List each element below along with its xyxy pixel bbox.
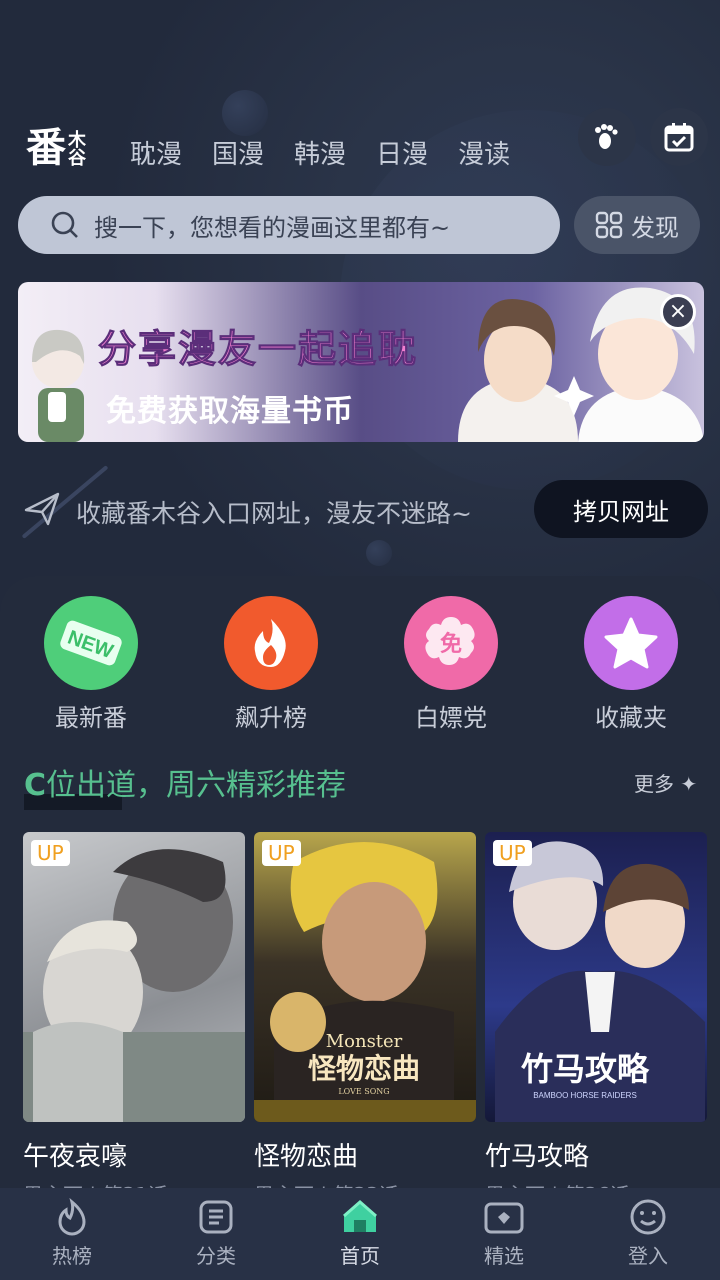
- star-icon: [584, 596, 678, 690]
- comic-cover: Monster 怪物恋曲 LOVE SONG UP: [254, 832, 476, 1122]
- nav-label: 首页: [340, 1244, 380, 1268]
- comic-card[interactable]: Monster 怪物恋曲 LOVE SONG UP 怪物恋曲 男主面 | 第33…: [254, 832, 476, 1208]
- top-header: 番 木 谷 耽漫 国漫 韩漫 日漫 漫读: [0, 108, 720, 188]
- discover-button[interactable]: 发现: [574, 196, 700, 254]
- paper-plane-icon: [24, 492, 60, 526]
- copy-url-button[interactable]: 拷贝网址: [534, 480, 708, 538]
- category-label: 最新番: [55, 704, 127, 732]
- nav-hot[interactable]: 热榜: [0, 1188, 144, 1280]
- nav-home[interactable]: 首页: [288, 1188, 432, 1280]
- star-shape: [604, 617, 658, 669]
- comic-card[interactable]: UP 午夜哀嚎 男主面 | 第31话: [23, 832, 245, 1208]
- more-label: 更多: [634, 772, 674, 796]
- footprint-icon: [595, 124, 618, 149]
- category-rising[interactable]: 飙升榜: [211, 596, 331, 733]
- category-label: 收藏夹: [595, 704, 667, 732]
- section-title: C位出道，周六精彩推荐: [24, 760, 346, 804]
- free-badge-icon: 免: [404, 596, 498, 690]
- comic-title: 怪物恋曲: [254, 1142, 359, 1172]
- nav-label: 精选: [484, 1244, 524, 1268]
- cover-title-en: Monster: [326, 1031, 403, 1052]
- close-icon: ×: [668, 299, 688, 324]
- more-link[interactable]: 更多 ✦: [634, 768, 697, 797]
- tab-hanman[interactable]: 韩漫: [294, 134, 346, 171]
- cover-subtitle: LOVE SONG: [338, 1087, 389, 1096]
- logo-side-chars: 木 谷: [68, 132, 86, 168]
- nav-label: 热榜: [52, 1244, 92, 1268]
- cover-subtitle: BAMBOO HORSE RAIDERS: [533, 1091, 637, 1100]
- category-label: 飙升榜: [235, 704, 307, 732]
- sparkle-icon: ✦: [680, 772, 698, 796]
- app-logo[interactable]: 番 木 谷: [26, 128, 86, 168]
- up-badge: UP: [493, 840, 532, 866]
- comic-title: 竹马攻略: [485, 1142, 590, 1172]
- logo-side-bottom: 谷: [68, 148, 86, 169]
- svg-text:免: 免: [440, 631, 462, 657]
- tab-mandu[interactable]: 漫读: [458, 134, 510, 171]
- up-badge: UP: [262, 840, 301, 866]
- nav-label: 登入: [628, 1244, 668, 1268]
- comic-card[interactable]: 竹马攻略 BAMBOO HORSE RAIDERS UP 竹马攻略 男主面 | …: [485, 832, 707, 1208]
- comic-cover: UP: [23, 832, 245, 1122]
- logo-main-char: 番: [26, 124, 66, 171]
- calendar-check-icon: [664, 123, 694, 152]
- quick-categories: NEW 最新番 飙升榜 免 白嫖党 收藏夹: [0, 596, 720, 736]
- banner-title: 分享漫友一起追耽: [97, 327, 419, 372]
- banner-girl-illustration: [32, 329, 85, 442]
- category-icon: [199, 1200, 233, 1234]
- nav-category[interactable]: 分类: [144, 1188, 288, 1280]
- recommend-cards: UP 午夜哀嚎 男主面 | 第31话 Monster 怪物恋曲 LOVE SON…: [23, 832, 713, 1207]
- home-icon: [343, 1200, 377, 1232]
- hot-icon: [58, 1198, 86, 1236]
- category-newest[interactable]: NEW 最新番: [31, 596, 151, 733]
- category-favorites[interactable]: 收藏夹: [571, 596, 691, 733]
- new-badge-icon: NEW: [44, 596, 138, 690]
- bottom-navigation: 热榜 分类 首页 精选 登入: [0, 1188, 720, 1280]
- tab-guoman[interactable]: 国漫: [212, 134, 264, 171]
- featured-icon: [484, 1202, 524, 1234]
- free-flower-shape: 免: [425, 617, 475, 665]
- search-bar[interactable]: 搜一下，您想看的漫画这里都有~: [18, 196, 560, 254]
- cover-title-cn: 竹马攻略: [521, 1050, 650, 1088]
- cover-art: 竹马攻略 BAMBOO HORSE RAIDERS: [495, 841, 705, 1122]
- tab-riman[interactable]: 日漫: [376, 134, 428, 171]
- nav-login[interactable]: 登入: [576, 1188, 720, 1280]
- section-title-rest: 位出道，周六精彩推荐: [46, 768, 347, 803]
- planet-decoration: [366, 540, 392, 566]
- grid-icon: [595, 211, 623, 239]
- category-free[interactable]: 免 白嫖党: [391, 596, 511, 733]
- nav-label: 分类: [196, 1244, 236, 1268]
- cover-art: Monster 怪物恋曲 LOVE SONG: [254, 842, 476, 1122]
- discover-label: 发现: [631, 213, 679, 242]
- nav-featured[interactable]: 精选: [432, 1188, 576, 1280]
- bookmark-notice: 收藏番木谷入口网址，漫友不迷路~ 拷贝网址: [22, 480, 712, 540]
- tab-danmei[interactable]: 耽漫: [130, 134, 182, 171]
- smile-user-icon: [630, 1199, 666, 1235]
- up-badge: UP: [31, 840, 70, 866]
- section-title-c: C: [24, 768, 47, 803]
- checkin-button[interactable]: [650, 108, 708, 166]
- banner-close-button[interactable]: ×: [660, 294, 696, 330]
- category-label: 白嫖党: [415, 704, 487, 732]
- banner-subtitle: 免费获取海量书币: [106, 394, 354, 429]
- cover-title-cn: 怪物恋曲: [308, 1052, 420, 1085]
- search-placeholder: 搜一下，您想看的漫画这里都有~: [94, 213, 451, 242]
- notice-text: 收藏番木谷入口网址，漫友不迷路~: [76, 499, 472, 528]
- promo-banner[interactable]: 分享漫友一起追耽 免费获取海量书币 ×: [18, 282, 704, 442]
- cover-art: [23, 849, 245, 1122]
- flame-shape: [254, 619, 286, 667]
- history-button[interactable]: [578, 108, 636, 166]
- comic-cover: 竹马攻略 BAMBOO HORSE RAIDERS UP: [485, 832, 707, 1122]
- search-icon: [51, 211, 78, 238]
- fire-icon: [224, 596, 318, 690]
- new-tag-shape: NEW: [60, 620, 122, 666]
- category-tabs: 耽漫 国漫 韩漫 日漫 漫读: [130, 134, 510, 171]
- comic-title: 午夜哀嚎: [23, 1142, 128, 1172]
